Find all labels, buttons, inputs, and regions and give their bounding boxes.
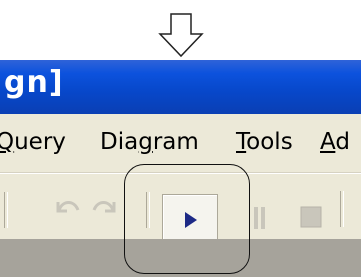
toolbar-separator — [340, 191, 344, 227]
menu-add[interactable]: Ad — [320, 129, 350, 155]
menu-query-accel: Q — [0, 129, 15, 155]
down-arrow-icon — [158, 13, 204, 58]
menu-tools-label: ools — [246, 129, 293, 155]
menu-tools[interactable]: Tools — [236, 129, 293, 155]
highlight-circle — [124, 164, 250, 274]
stop-square-icon[interactable] — [300, 206, 322, 228]
toolbar-separator — [4, 192, 8, 228]
menu-diagram-label-b: ram — [152, 129, 199, 155]
menu-diagram[interactable]: Diagram — [100, 129, 199, 155]
menu-add-accel: A — [320, 129, 336, 155]
window-title-bar[interactable]: gn] — [0, 60, 361, 114]
pause-icon[interactable] — [251, 205, 267, 231]
undo-arrow-icon[interactable] — [52, 192, 82, 222]
menu-tools-accel: T — [236, 129, 247, 155]
window-title: gn] — [4, 65, 64, 100]
menu-diagram-label-a: Dia — [100, 129, 139, 155]
menu-add-label: d — [335, 129, 350, 155]
menu-diagram-accel: g — [138, 129, 153, 155]
menu-query[interactable]: Query — [0, 129, 66, 155]
menu-query-label: uery — [14, 129, 66, 155]
redo-arrow-icon[interactable] — [90, 192, 120, 222]
